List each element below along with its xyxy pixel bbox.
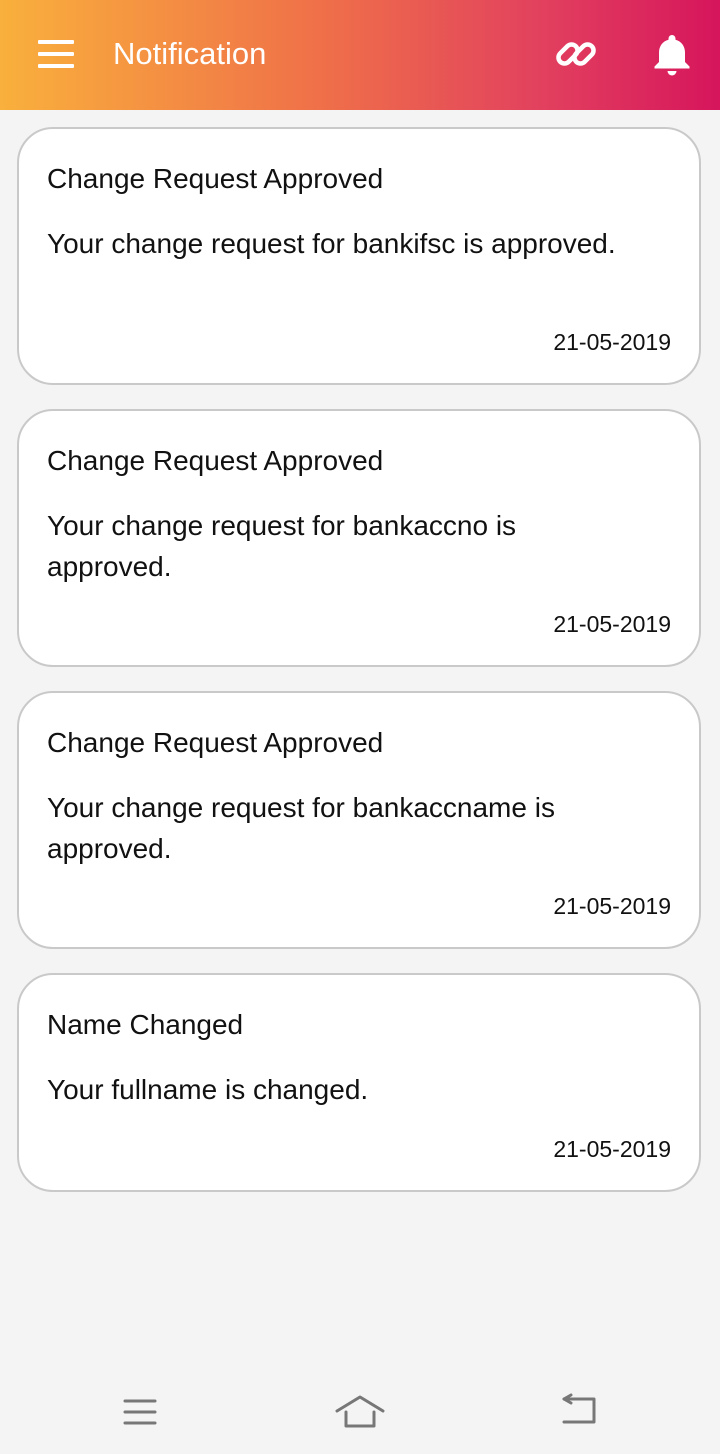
notification-date: 21-05-2019 <box>553 893 671 919</box>
notification-card[interactable]: Change Request Approved Your change requ… <box>17 409 701 667</box>
link-icon[interactable] <box>553 31 599 77</box>
page-title: Notification <box>113 36 267 71</box>
notification-card[interactable]: Change Request Approved Your change requ… <box>17 691 701 949</box>
notification-title: Change Request Approved <box>47 727 384 758</box>
notification-message: Your change request for bankifsc is appr… <box>47 228 616 259</box>
recents-menu-icon[interactable] <box>112 1392 168 1432</box>
notification-card[interactable]: Change Request Approved Your change requ… <box>17 127 701 385</box>
notification-card[interactable]: Name Changed Your fullname is changed. 2… <box>17 973 701 1192</box>
back-icon[interactable] <box>552 1392 608 1432</box>
notification-message: Your change request for bankaccno is app… <box>47 510 517 582</box>
notification-title: Change Request Approved <box>47 163 384 194</box>
notification-date: 21-05-2019 <box>553 329 671 355</box>
notification-title: Change Request Approved <box>47 445 384 476</box>
notification-message: Your change request for bankaccname is a… <box>47 792 555 864</box>
notification-date: 21-05-2019 <box>553 1136 671 1162</box>
bell-icon[interactable] <box>648 30 696 78</box>
system-navigation-bar <box>0 1370 720 1454</box>
app-bar: Notification <box>0 0 720 110</box>
hamburger-menu-icon[interactable] <box>34 36 78 72</box>
notification-title: Name Changed <box>47 1009 244 1040</box>
home-icon[interactable] <box>332 1392 388 1432</box>
notification-message: Your fullname is changed. <box>47 1074 369 1105</box>
notification-date: 21-05-2019 <box>553 611 671 637</box>
